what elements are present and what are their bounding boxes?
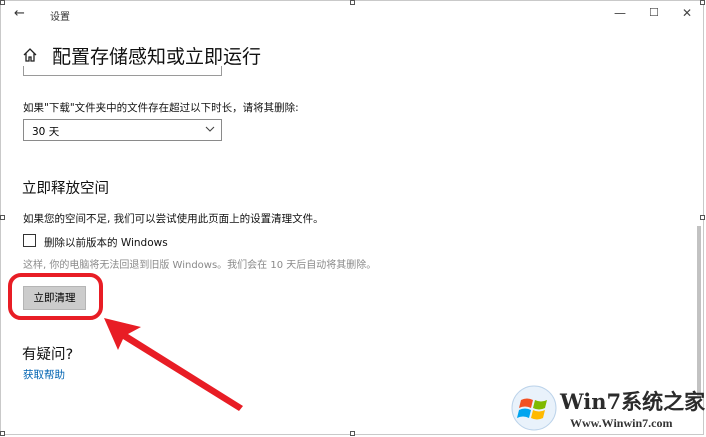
windows-logo-icon	[511, 385, 557, 431]
annotation-arrow	[104, 318, 243, 411]
watermark-title: Win7系统之家	[560, 389, 706, 414]
watermark: Win7系统之家 Www.Winwin7.com	[508, 382, 706, 434]
watermark-url: Www.Winwin7.com	[570, 416, 673, 430]
